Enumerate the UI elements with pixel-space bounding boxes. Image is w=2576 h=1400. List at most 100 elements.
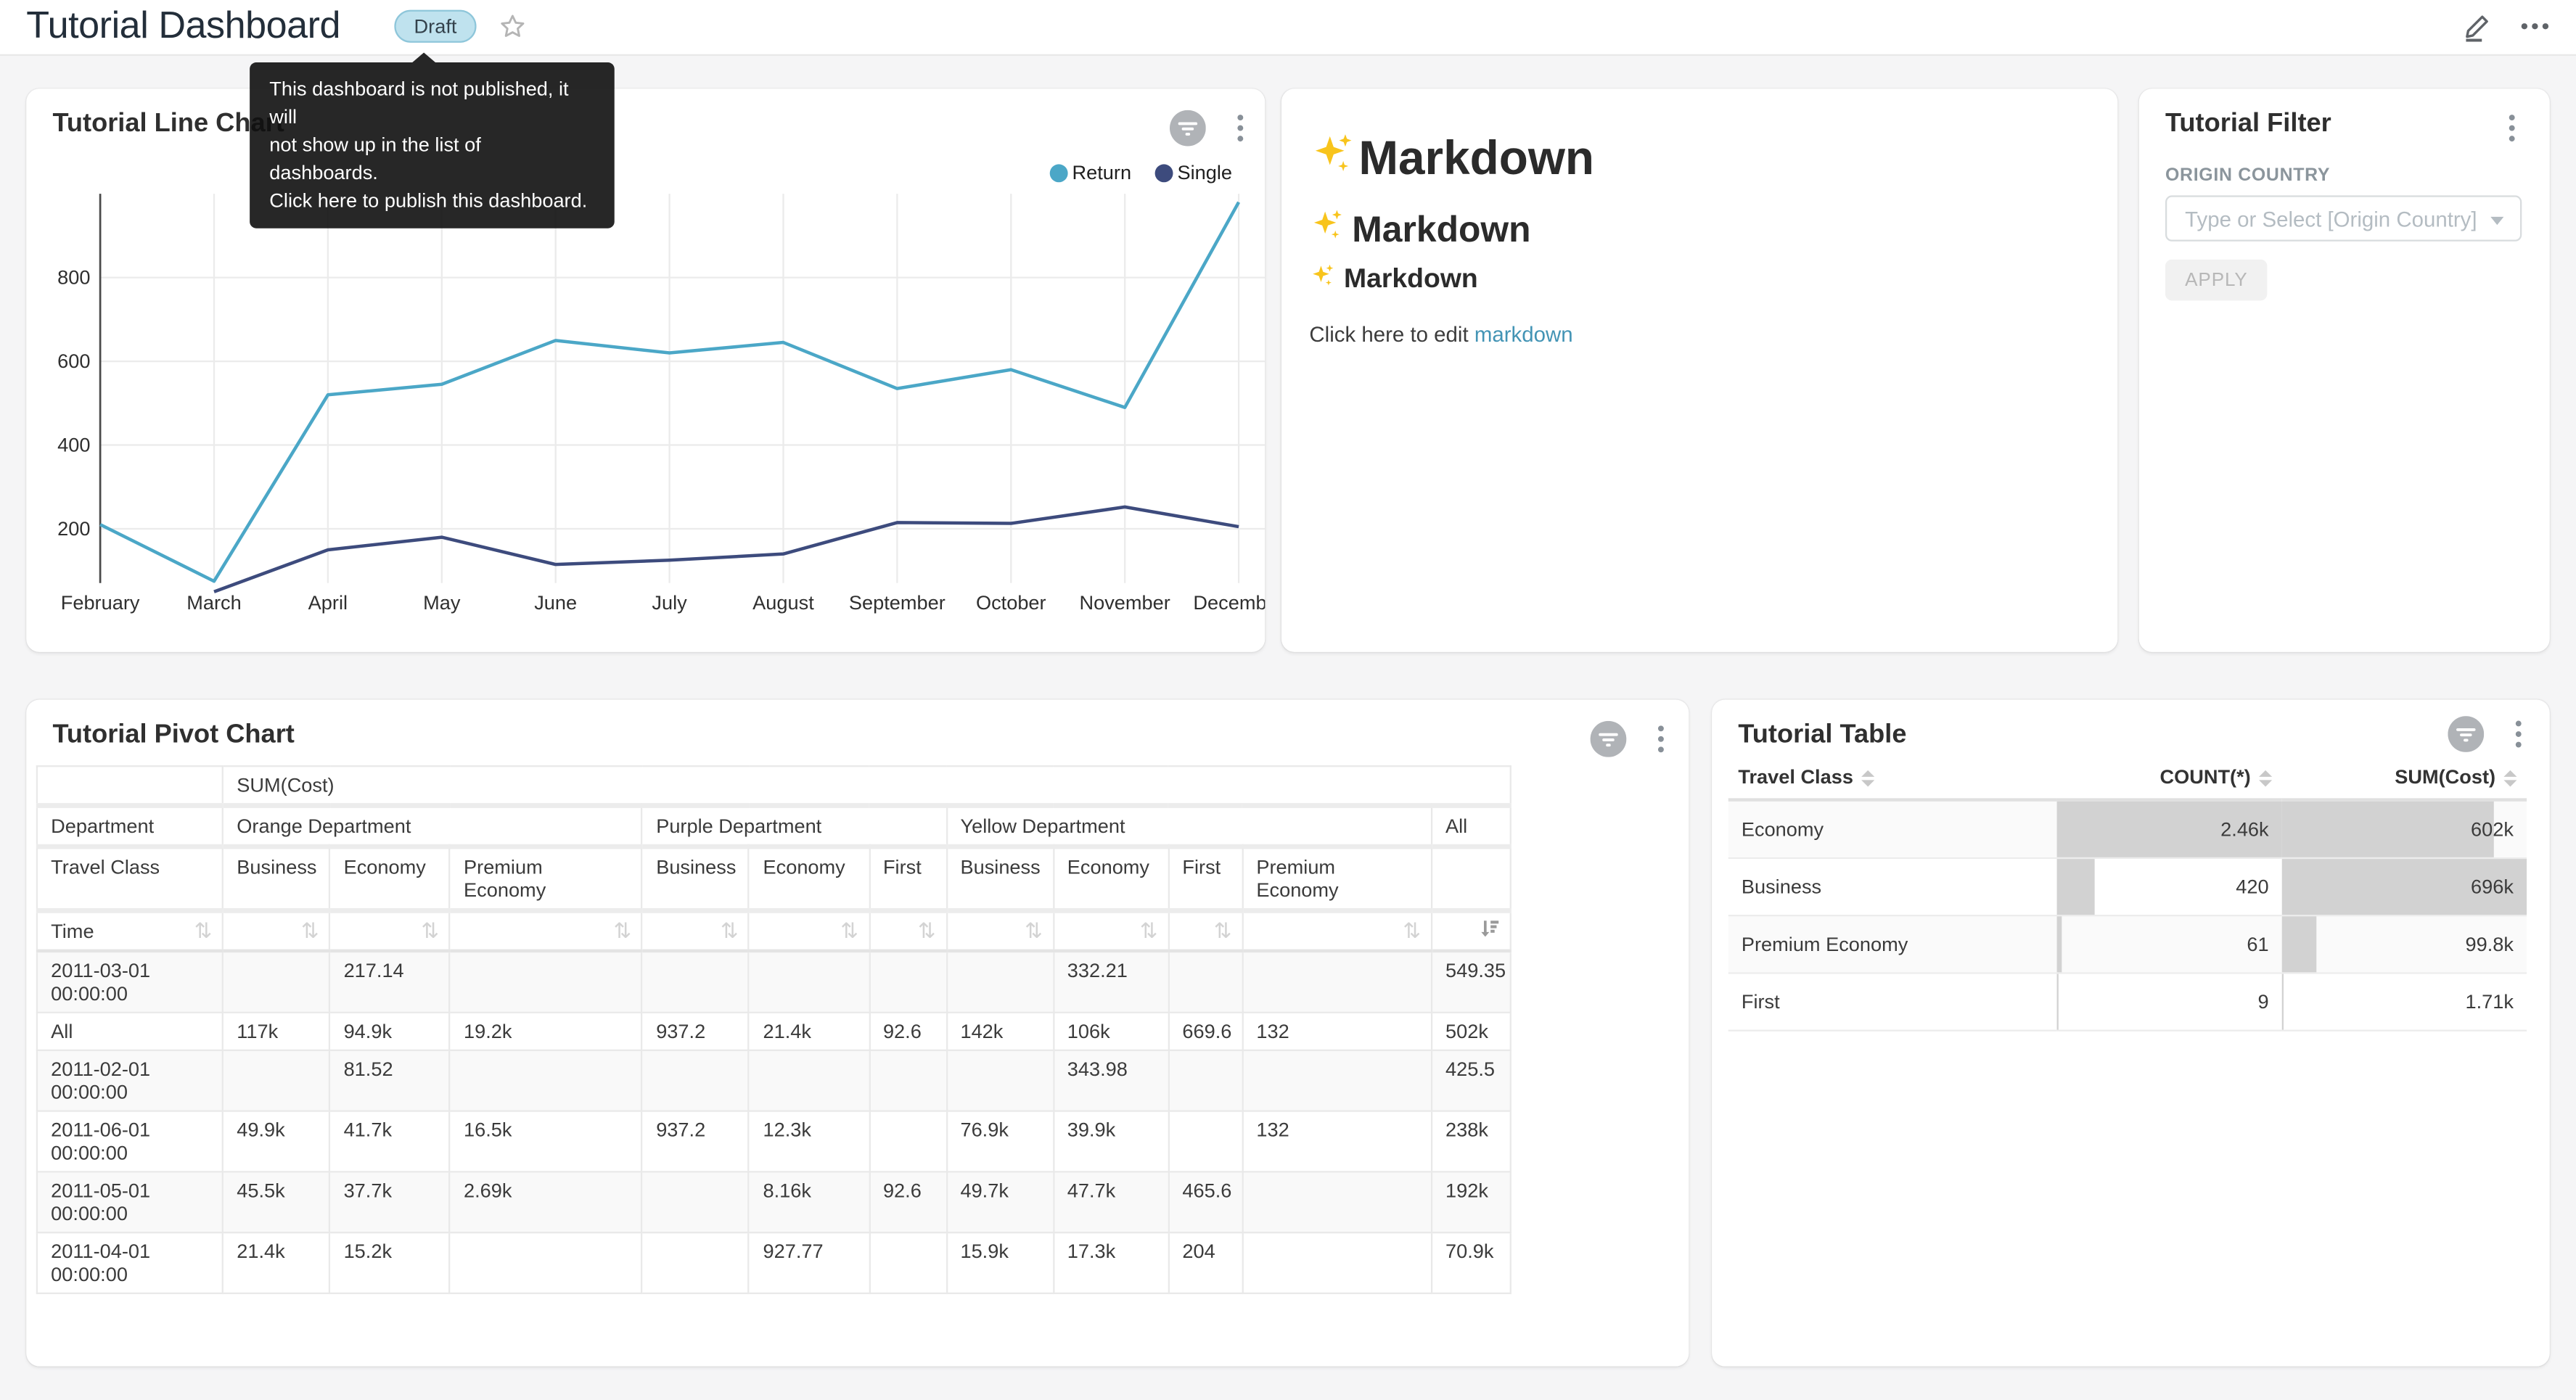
pivot-class-header: Economy: [1054, 847, 1169, 910]
filter-indicator-icon[interactable]: [1591, 721, 1627, 757]
pivot-class-header: Economy: [749, 847, 869, 910]
pivot-value-cell: [223, 1050, 329, 1111]
pivot-value-cell: [642, 1172, 749, 1232]
legend-label: Return: [1072, 161, 1132, 184]
dashboard-page: Tutorial Dashboard Draft This dashboard …: [0, 0, 2576, 1400]
pivot-sort-cell[interactable]: ⇅: [223, 910, 329, 950]
pivot-value-cell: [869, 1111, 947, 1172]
panel-title: Tutorial Filter: [2165, 110, 2331, 140]
favorite-star-icon[interactable]: [498, 12, 528, 41]
pivot-value-cell: [642, 1050, 749, 1111]
pivot-department-row: Department Orange Department Purple Depa…: [37, 806, 1511, 847]
sort-caret-icon: [1861, 770, 1874, 786]
pivot-sort-cell[interactable]: ⇅: [869, 910, 947, 950]
more-actions-icon[interactable]: [2516, 7, 2553, 52]
pivot-value-cell: 92.6: [869, 1172, 947, 1232]
select-placeholder: Type or Select [Origin Country]: [2185, 207, 2477, 231]
tooltip-arrow: [412, 52, 435, 62]
pivot-value-cell: 49.7k: [946, 1172, 1053, 1232]
cell-count: 61: [2057, 915, 2282, 973]
kebab-menu-icon[interactable]: [1643, 721, 1679, 757]
pivot-value-cell: 41.7k: [329, 1111, 449, 1172]
pivot-sort-cell[interactable]: ⇅: [450, 910, 642, 950]
pivot-chart-panel: Tutorial Pivot Chart SUM(Cost) Departmen…: [26, 699, 1689, 1366]
filter-indicator-icon[interactable]: [2448, 716, 2484, 752]
pivot-sort-cell[interactable]: ⇅: [1168, 910, 1242, 950]
apply-button[interactable]: APPLY: [2165, 260, 2268, 301]
pivot-group-header: All: [1432, 806, 1511, 847]
pivot-group-header: Yellow Department: [946, 806, 1432, 847]
pivot-class-header: Premium Economy: [1242, 847, 1432, 910]
pivot-value-cell: 937.2: [642, 1013, 749, 1050]
sort-icon[interactable]: ⇅: [1214, 918, 1232, 944]
sort-icon[interactable]: ⇅: [1140, 918, 1158, 944]
filter-field-label: ORIGIN COUNTRY: [2165, 166, 2330, 186]
sparkles-icon: [1309, 205, 1347, 253]
pivot-value-cell: [749, 1050, 869, 1111]
edit-pencil-icon[interactable]: [2461, 7, 2496, 52]
pivot-sort-cell[interactable]: ⇅: [1054, 910, 1169, 950]
sort-icon[interactable]: ⇅: [721, 918, 739, 944]
pivot-sort-cell[interactable]: ⇅: [329, 910, 449, 950]
kebab-menu-icon[interactable]: [2494, 110, 2530, 147]
pivot-sort-cell[interactable]: ⇅: [642, 910, 749, 950]
data-table: Travel Class COUNT(*) SUM(Cost) Economy2…: [1728, 755, 2527, 1031]
tooltip-text-line: This dashboard is not published, it will: [269, 75, 594, 131]
pivot-value-cell: [450, 1232, 642, 1293]
draft-badge[interactable]: Draft: [394, 10, 476, 43]
pivot-row: All117k94.9k19.2k937.221.4k92.6142k106k6…: [37, 1013, 1511, 1050]
sort-icon[interactable]: ⇅: [918, 918, 936, 944]
sort-icon[interactable]: ⇅: [840, 918, 858, 944]
sort-icon[interactable]: ⇅: [1403, 918, 1421, 944]
pivot-class-row: Travel Class Business Economy Premium Ec…: [37, 847, 1511, 910]
sort-descending-icon[interactable]: [1479, 918, 1500, 944]
pivot-value-cell: 142k: [946, 1013, 1053, 1050]
pivot-row: 2011-06-01 00:00:0049.9k41.7k16.5k937.21…: [37, 1111, 1511, 1172]
pivot-sort-cell-active[interactable]: [1432, 910, 1511, 950]
sparkles-icon: [1309, 261, 1337, 297]
column-header-travel-class[interactable]: Travel Class: [1728, 755, 2057, 799]
pivot-value-cell: 19.2k: [450, 1013, 642, 1050]
pivot-sort-cell[interactable]: ⇅: [1242, 910, 1432, 950]
pivot-value-cell: 45.5k: [223, 1172, 329, 1232]
sort-icon[interactable]: ⇅: [194, 918, 213, 944]
pivot-value-cell: [642, 1232, 749, 1293]
pivot-value-cell: [1168, 951, 1242, 1013]
kebab-menu-icon[interactable]: [2501, 716, 2537, 752]
dashboard-header: Tutorial Dashboard Draft: [0, 0, 2576, 56]
pivot-sort-cell[interactable]: ⇅: [946, 910, 1053, 950]
publish-tooltip[interactable]: This dashboard is not published, it will…: [250, 62, 615, 228]
pivot-value-cell: [1168, 1111, 1242, 1172]
pivot-value-cell: [1242, 951, 1432, 1013]
pivot-value-cell: [642, 951, 749, 1013]
pivot-value-cell: 49.9k: [223, 1111, 329, 1172]
pivot-time-header[interactable]: Time ⇅: [37, 910, 223, 950]
pivot-value-cell: [1242, 1172, 1432, 1232]
sort-icon[interactable]: ⇅: [421, 918, 439, 944]
pivot-metric-label: SUM(Cost): [223, 766, 1511, 805]
column-header-sum-cost[interactable]: SUM(Cost): [2282, 755, 2527, 799]
origin-country-select[interactable]: Type or Select [Origin Country]: [2165, 195, 2522, 241]
sort-icon[interactable]: ⇅: [301, 918, 319, 944]
pivot-value-cell: 132: [1242, 1013, 1432, 1050]
column-header-count[interactable]: COUNT(*): [2057, 755, 2282, 799]
cell-sum-cost: 99.8k: [2282, 915, 2527, 973]
cell-count: 2.46k: [2057, 800, 2282, 858]
pivot-value-cell: [749, 951, 869, 1013]
markdown-edit-link[interactable]: markdown: [1474, 322, 1573, 347]
y-tick-label: 600: [26, 350, 90, 373]
pivot-sort-cell[interactable]: ⇅: [749, 910, 869, 950]
legend-item-return[interactable]: Return: [1049, 161, 1131, 184]
pivot-row-time: 2011-06-01 00:00:00: [37, 1111, 223, 1172]
sort-icon[interactable]: ⇅: [1025, 918, 1043, 944]
legend-item-single[interactable]: Single: [1154, 161, 1232, 184]
sort-icon[interactable]: ⇅: [614, 918, 632, 944]
sort-caret-icon: [2259, 770, 2272, 786]
pivot-value-cell: [1242, 1232, 1432, 1293]
pivot-value-cell: 2.69k: [450, 1172, 642, 1232]
pivot-value-cell: [869, 951, 947, 1013]
pivot-class-header: [1432, 847, 1511, 910]
table-row: First91.71k: [1728, 973, 2527, 1030]
pivot-time-label: Time: [51, 920, 94, 943]
chevron-down-icon: [2490, 217, 2503, 225]
